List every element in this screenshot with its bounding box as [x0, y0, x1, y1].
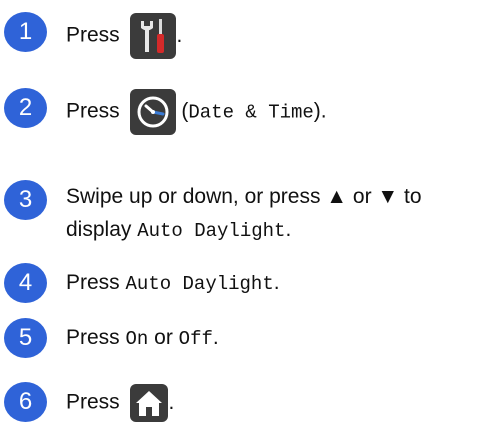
- clock-icon: [129, 89, 176, 135]
- or-text: or: [148, 326, 179, 349]
- paren-close: ).: [313, 99, 327, 123]
- date-time-label: Date & Time: [188, 101, 314, 124]
- auto-daylight-label: Auto Daylight: [125, 273, 274, 295]
- step-text: Swipe up or down, or press ▲ or ▼ to dis…: [66, 180, 422, 248]
- step-number: 1: [4, 12, 47, 52]
- home-icon: [129, 384, 168, 422]
- auto-daylight-label: Auto Daylight: [137, 220, 286, 242]
- step-6: 6 Press .: [4, 382, 174, 422]
- step-number: 4: [4, 263, 47, 303]
- on-option: On: [125, 328, 149, 350]
- step-end: .: [176, 23, 183, 47]
- step-end: .: [212, 326, 219, 349]
- step-end: .: [168, 390, 175, 414]
- step-press-label: Press: [66, 23, 120, 47]
- step-text: Press Auto Daylight.: [66, 263, 280, 301]
- step-5: 5 Press On or Off.: [4, 318, 219, 358]
- step-number: 3: [4, 180, 47, 220]
- step-2: 2 Press (Date & Time).: [4, 88, 327, 135]
- step-press-label: Press: [66, 390, 120, 414]
- step-number: 2: [4, 88, 47, 128]
- step-line-2: display Auto Daylight.: [66, 213, 422, 248]
- step-press-label: Press: [66, 271, 126, 294]
- settings-tools-icon: [129, 13, 176, 59]
- step-3: 3 Swipe up or down, or press ▲ or ▼ to d…: [4, 180, 422, 248]
- step-text: Press .: [66, 382, 174, 422]
- step-number: 5: [4, 318, 47, 358]
- step-text: Press On or Off.: [66, 318, 219, 356]
- off-option: Off: [178, 328, 213, 350]
- step-line-1: Swipe up or down, or press ▲ or ▼ to: [66, 185, 422, 208]
- step-press-label: Press: [66, 99, 120, 123]
- line2-prefix: display: [66, 218, 138, 241]
- step-press-label: Press: [66, 326, 126, 349]
- step-text: Press (Date & Time).: [66, 88, 327, 135]
- step-4: 4 Press Auto Daylight.: [4, 263, 280, 303]
- line2-end: .: [285, 218, 292, 241]
- step-1: 1 Press .: [4, 12, 182, 59]
- step-number: 6: [4, 382, 47, 422]
- step-end: .: [273, 271, 280, 294]
- step-text: Press .: [66, 12, 182, 59]
